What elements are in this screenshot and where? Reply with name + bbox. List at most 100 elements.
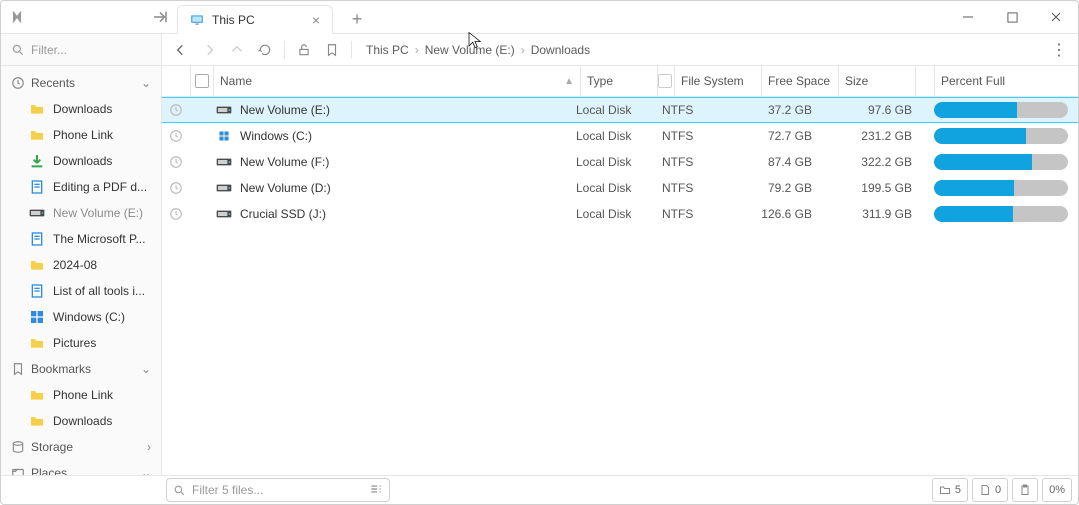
sidebar-filter-input[interactable]: Filter... [1,34,161,66]
file-icon [979,484,991,496]
tab-label: This PC [212,13,255,27]
section-bookmarks[interactable]: Bookmarks ⌄ [1,356,161,382]
cell-percent [924,180,1074,196]
chevron-right-icon: › [415,43,419,57]
sidebar-item-label: Downloads [53,154,112,168]
breadcrumb-segment[interactable]: Downloads [531,43,590,57]
sidebar-item[interactable]: Downloads [1,96,161,122]
select-all-checkbox[interactable] [195,74,209,88]
bookmark-icon [11,362,25,376]
sidebar-item-label: Downloads [53,414,112,428]
clock-icon [162,207,190,221]
sidebar-item[interactable]: New Volume (E:) [1,200,161,226]
app-icon [9,9,25,25]
maximize-button[interactable] [990,1,1034,33]
folder-icon [939,484,951,496]
cell-type: Local Disk [576,155,662,169]
up-button[interactable] [224,37,250,63]
tab-close-icon[interactable]: × [312,12,320,28]
drive-row[interactable]: Crucial SSD (J:)Local DiskNTFS126.6 GB31… [162,201,1078,227]
cell-size: 97.6 GB [824,103,924,117]
sidebar-item-label: New Volume (E:) [53,206,143,220]
close-button[interactable] [1034,1,1078,33]
cell-percent [924,128,1074,144]
type-filter-checkbox[interactable] [658,74,672,88]
cell-percent [924,154,1074,170]
clock-icon [162,129,190,143]
chevron-down-icon: ⌄ [141,466,151,475]
cell-name: New Volume (E:) [212,103,576,117]
statusbar: Filter 5 files... 5 0 0% [1,475,1078,504]
bookmark-button[interactable] [319,37,345,63]
breadcrumb-segment[interactable]: New Volume (E:) [425,43,515,57]
sidebar-item[interactable]: Downloads [1,148,161,174]
cell-free: 87.4 GB [742,155,824,169]
column-fs[interactable]: File System [675,66,762,96]
cell-name: Windows (C:) [212,129,576,143]
section-storage[interactable]: Storage › [1,434,161,460]
cell-type: Local Disk [576,207,662,221]
section-places[interactable]: Places ⌄ [1,460,161,475]
cell-fs: NTFS [662,103,742,117]
new-tab-button[interactable]: + [343,5,371,33]
sidebar-item[interactable]: Phone Link [1,122,161,148]
sidebar-item-label: 2024-08 [53,258,97,272]
cell-percent [924,102,1074,118]
tab-this-pc[interactable]: This PC × [177,5,333,34]
cell-name: Crucial SSD (J:) [212,207,576,221]
chevron-right-icon: › [521,43,525,57]
column-name[interactable]: Name▲ [214,66,581,96]
cell-name: New Volume (F:) [212,155,576,169]
sidebar-item[interactable]: Windows (C:) [1,304,161,330]
collapse-sidebar-icon[interactable] [151,8,169,26]
cell-size: 199.5 GB [824,181,924,195]
column-type[interactable]: Type [581,66,658,96]
titlebar: This PC × + [1,1,1078,34]
forward-button[interactable] [196,37,222,63]
column-free[interactable]: Free Space [762,66,839,96]
cell-size: 311.9 GB [824,207,924,221]
status-zoom[interactable]: 0% [1042,478,1072,502]
status-folders: 5 [932,478,968,502]
sidebar: Filter... Recents ⌄ Downloads Phone Link D… [1,34,162,475]
sidebar-item-label: Phone Link [53,128,113,142]
sidebar-item-label: List of all tools i... [53,284,145,298]
clock-icon [11,76,25,90]
filter-options-icon[interactable] [369,482,383,499]
sidebar-item[interactable]: The Microsoft P... [1,226,161,252]
column-headers: Name▲ Type File System Free Space Size P… [162,66,1078,97]
filter-input[interactable]: Filter 5 files... [166,478,390,502]
drive-row[interactable]: New Volume (F:)Local DiskNTFS87.4 GB322.… [162,149,1078,175]
status-clipboard[interactable] [1012,478,1038,502]
sidebar-item[interactable]: Downloads [1,408,161,434]
refresh-button[interactable] [252,37,278,63]
sidebar-item[interactable]: 2024-08 [1,252,161,278]
column-size[interactable]: Size [839,66,916,96]
cell-size: 231.2 GB [824,129,924,143]
drive-row[interactable]: New Volume (D:)Local DiskNTFS79.2 GB199.… [162,175,1078,201]
storage-icon [11,440,25,454]
sidebar-item[interactable]: List of all tools i... [1,278,161,304]
drive-row[interactable]: New Volume (E:)Local DiskNTFS37.2 GB97.6… [162,97,1078,123]
sidebar-item-label: The Microsoft P... [53,232,145,246]
lock-button[interactable] [291,37,317,63]
more-button[interactable]: ⋮ [1046,40,1072,60]
drive-row[interactable]: Windows (C:)Local DiskNTFS72.7 GB231.2 G… [162,123,1078,149]
clock-icon [162,155,190,169]
monitor-icon [190,13,204,27]
sidebar-item-label: Pictures [53,336,96,350]
minimize-button[interactable] [946,1,990,33]
status-files: 0 [972,478,1008,502]
sidebar-item-label: Phone Link [53,388,113,402]
column-percent[interactable]: Percent Full [935,66,1074,96]
sidebar-item[interactable]: Pictures [1,330,161,356]
back-button[interactable] [168,37,194,63]
tab-strip: This PC × + [177,1,946,33]
cell-fs: NTFS [662,155,742,169]
sidebar-item[interactable]: Phone Link [1,382,161,408]
sidebar-item[interactable]: Editing a PDF d... [1,174,161,200]
section-recents[interactable]: Recents ⌄ [1,70,161,96]
cell-fs: NTFS [662,129,742,143]
breadcrumb[interactable]: This PC › New Volume (E:) › Downloads [366,43,590,57]
breadcrumb-segment[interactable]: This PC [366,43,409,57]
